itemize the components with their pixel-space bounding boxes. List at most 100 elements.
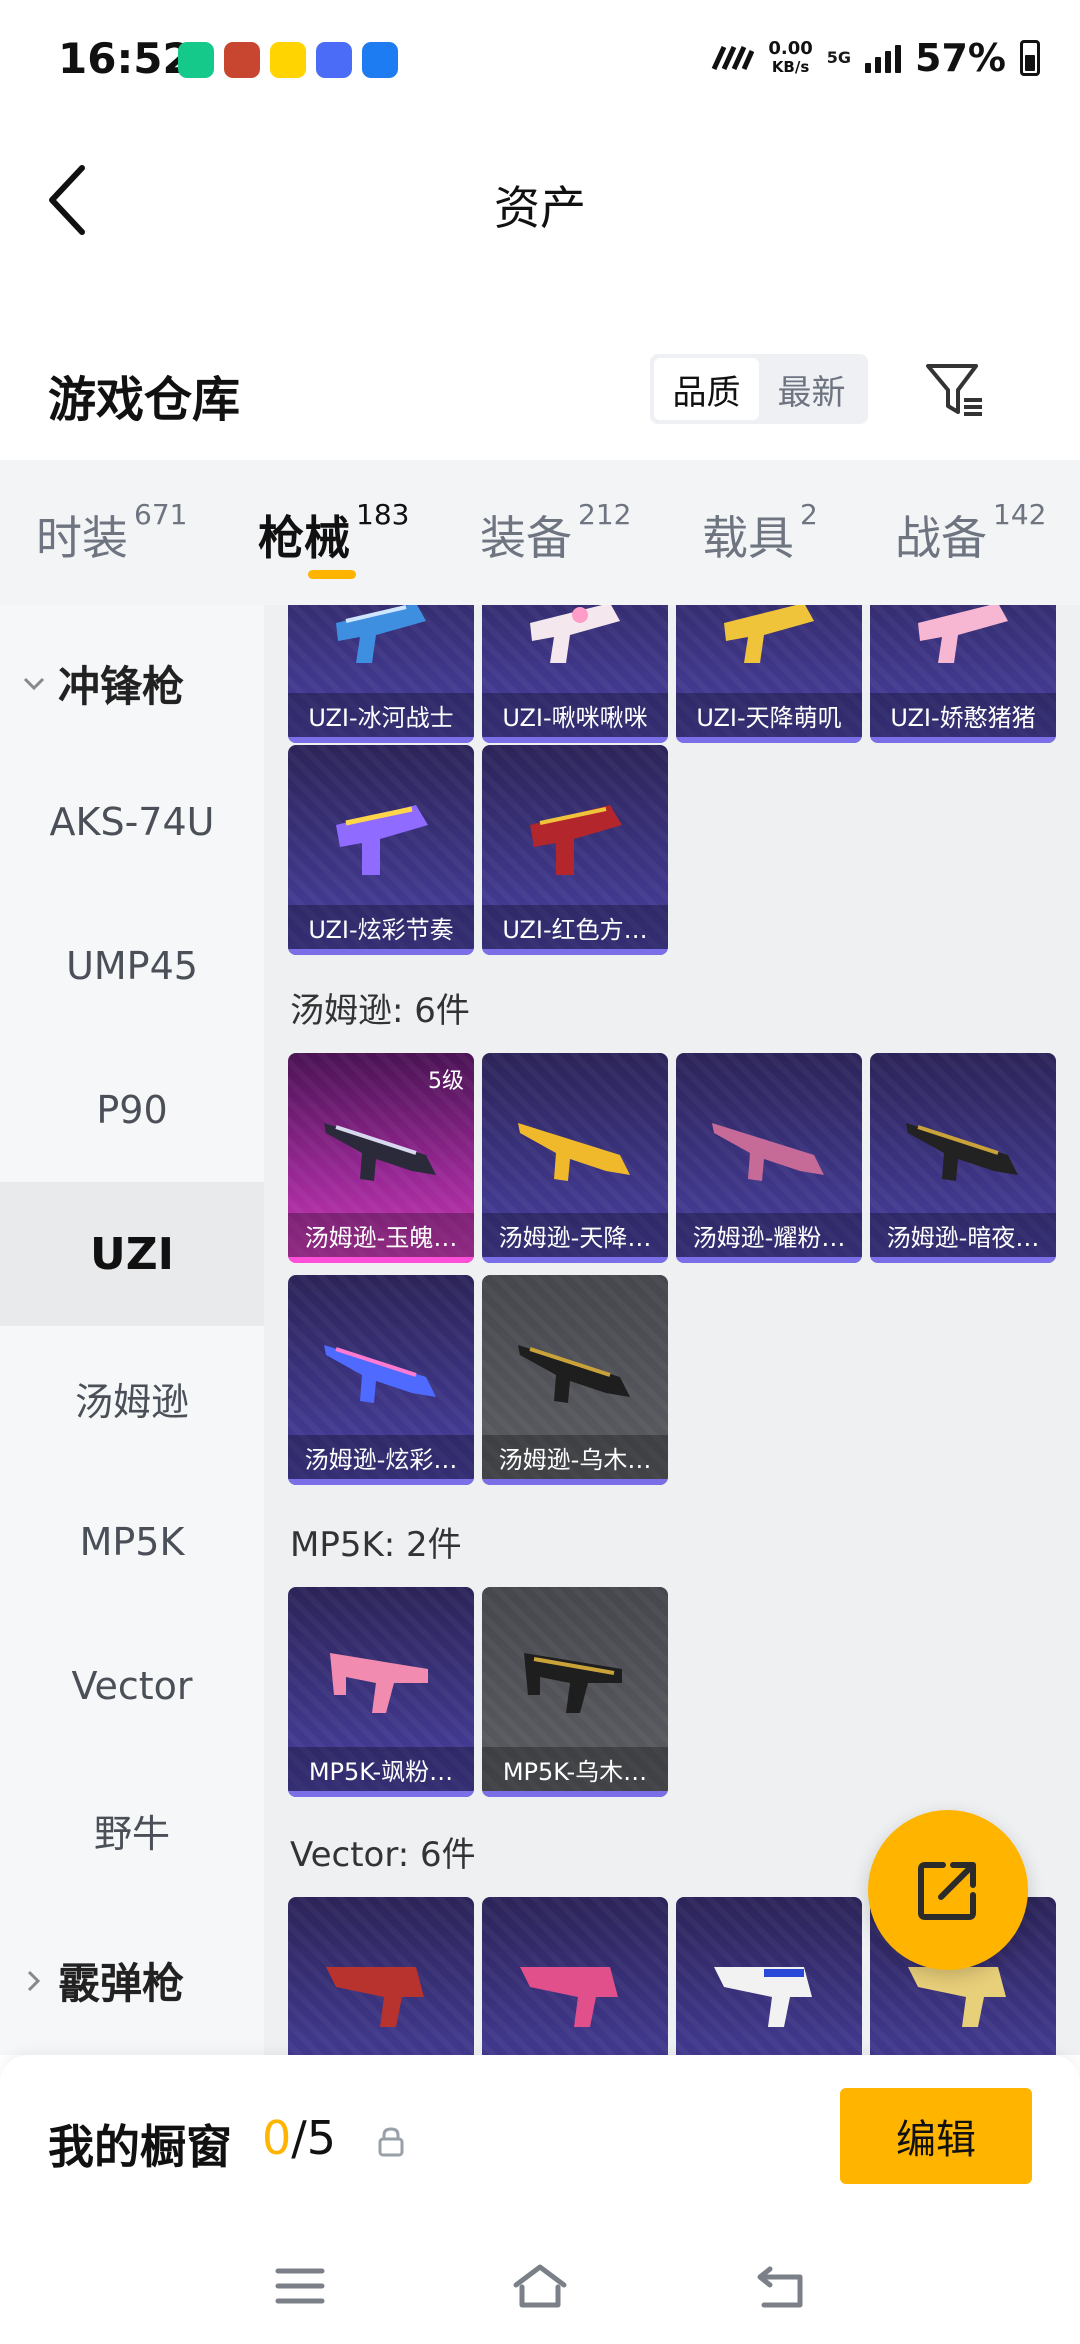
network-type: 5G [826,48,852,67]
title-bar: 资产 [0,120,1080,280]
weapon-card[interactable]: 汤姆逊-乌木… [482,1275,668,1485]
sidebar-group-shotgun[interactable]: 霰弹枪 [20,1950,184,2011]
status-time: 16:52 [58,34,192,83]
weapon-card[interactable] [676,1897,862,2055]
weapon-card[interactable]: 5级 汤姆逊-玉魄… [288,1053,474,1263]
weapon-card[interactable]: UZI-炫彩节奏 [288,745,474,955]
chevron-down-icon [23,677,45,690]
weapon-card[interactable]: 汤姆逊-暗夜… [870,1053,1056,1263]
active-tab-indicator [308,570,356,579]
weapon-card[interactable]: 汤姆逊-耀粉… [676,1053,862,1263]
sort-newest-button[interactable]: 最新 [759,358,864,420]
warehouse-title: 游戏仓库 [48,372,241,428]
tab-equipment[interactable]: 装备 212 [480,498,631,568]
vector-skin-image [520,1967,618,2027]
thompson-skin-image [324,1345,436,1403]
mp5k-skin-image [524,1653,622,1713]
uzi-skin-image [530,605,620,663]
menu-icon[interactable] [272,2261,328,2311]
sidebar-item-aks74u[interactable]: AKS-74U [0,750,264,894]
tab-gear[interactable]: 战备 142 [895,498,1046,568]
battery-percent: 57% [915,36,1006,80]
net-speed: 0.00 KB/s [768,38,813,77]
lock-icon [378,2127,404,2157]
weapon-card-label: 汤姆逊-炫彩… [288,1435,474,1479]
home-icon[interactable] [512,2261,568,2311]
weapon-card[interactable]: UZI-红色方… [482,745,668,955]
share-external-icon [918,1862,976,1920]
mp5k-skin-image [330,1653,428,1713]
tab-weapons[interactable]: 枪械 183 [258,498,409,568]
sidebar-group-smg[interactable]: 冲锋枪 [20,653,184,714]
section-title-vector: Vector: 6件 [290,1835,476,1875]
uzi-skin-image [918,605,1008,663]
upload-notification-icon [362,42,398,78]
warehouse-header: 游戏仓库 品质 最新 [0,330,1080,460]
weapon-card[interactable]: 汤姆逊-天降… [482,1053,668,1263]
weapon-card-label: UZI-冰河战士 [288,693,474,737]
uzi-skin-image [724,605,814,663]
weapon-card-label: UZI-炫彩节奏 [288,905,474,949]
sidebar-item-bison[interactable]: 野牛 [0,1758,264,1902]
weapon-card[interactable]: UZI-娇憨猪猪 [870,605,1056,743]
game-notification-icon [224,42,260,78]
thompson-skin-image [712,1123,824,1181]
weapon-card-label: MP5K-飒粉… [288,1747,474,1791]
app-notification-icon [178,42,214,78]
weapon-card[interactable]: MP5K-乌木… [482,1587,668,1797]
sidebar-item-mp5k[interactable]: MP5K [0,1470,264,1614]
sidebar-item-vector[interactable]: Vector [0,1614,264,1758]
sort-quality-button[interactable]: 品质 [654,358,759,420]
uzi-skin-image [336,805,428,875]
weapon-card[interactable]: UZI-冰河战士 [288,605,474,743]
thompson-skin-image [518,1345,630,1403]
weapon-card-label: UZI-啾咪啾咪 [482,693,668,737]
vector-skin-image [326,1967,424,2027]
vector-skin-image [714,1967,812,2027]
sidebar-item-p90[interactable]: P90 [0,1038,264,1182]
showcase-count: 0/5 [262,2111,337,2165]
tab-fashion[interactable]: 时装 671 [36,498,187,568]
weapon-card-label: 汤姆逊-暗夜… [870,1213,1056,1257]
weapon-card-label: UZI-红色方… [482,905,668,949]
sidebar-item-thompson[interactable]: 汤姆逊 [0,1326,264,1470]
section-title-mp5k: MP5K: 2件 [290,1525,462,1565]
vivo-notification-icon [316,42,352,78]
page-title: 资产 [494,181,586,235]
battery-icon [1020,40,1040,76]
showcase-bar: 我的橱窗 0/5 编辑 [0,2055,1080,2225]
weapon-card-label: 汤姆逊-乌木… [482,1435,668,1479]
weapon-card[interactable]: UZI-啾咪啾咪 [482,605,668,743]
weapon-card-label: UZI-天降萌叽 [676,693,862,737]
back-nav-icon[interactable] [752,2261,808,2311]
weapon-card-label: MP5K-乌木… [482,1747,668,1791]
weapon-sidebar: 冲锋枪 AKS-74U UMP45 P90 UZI 汤姆逊 MP5K Vecto… [0,605,264,2055]
notification-icons [178,42,398,78]
share-fab-button[interactable] [868,1810,1028,1970]
signal-icon [865,43,902,73]
sidebar-item-uzi[interactable]: UZI [0,1182,264,1326]
thompson-skin-image [906,1123,1018,1181]
chevron-right-icon [27,1970,41,1991]
uzi-skin-image [530,805,622,875]
weapon-card[interactable] [482,1897,668,2055]
sort-toggle: 品质 最新 [650,354,868,424]
status-right: 0.00 KB/s 5G 57% [710,36,1040,80]
weapon-card-label: 汤姆逊-玉魄… [288,1213,474,1257]
weapon-card[interactable] [288,1897,474,2055]
weapon-card[interactable]: UZI-天降萌叽 [676,605,862,743]
filter-icon[interactable] [922,358,986,422]
uzi-skin-image [336,605,426,663]
weapon-card[interactable]: MP5K-飒粉… [288,1587,474,1797]
thompson-skin-image [518,1123,630,1181]
weapon-card[interactable]: 汤姆逊-炫彩… [288,1275,474,1485]
tab-vehicles[interactable]: 载具 2 [702,498,818,568]
weapon-card-label: 汤姆逊-天降… [482,1213,668,1257]
sidebar-item-ump45[interactable]: UMP45 [0,894,264,1038]
showcase-title: 我的橱窗 [48,2120,232,2174]
weapon-card-label: UZI-娇憨猪猪 [870,693,1056,737]
section-title-thompson: 汤姆逊: 6件 [290,991,470,1031]
edit-showcase-button[interactable]: 编辑 [840,2088,1032,2184]
nfc-icon [712,45,755,71]
app-notification-icon [270,42,306,78]
